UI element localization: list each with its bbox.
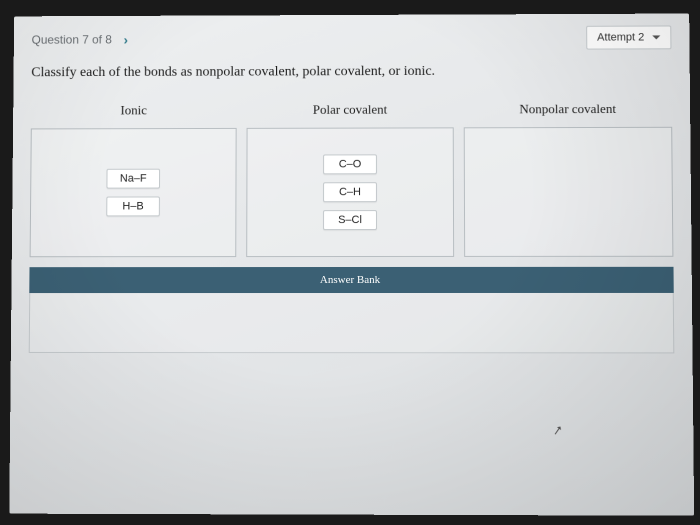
bond-tile[interactable]: C–H <box>323 182 377 202</box>
vignette-overlay <box>9 13 694 515</box>
dropzone-ionic[interactable]: Na–F H–B <box>30 127 237 256</box>
column-title: Nonpolar covalent <box>519 101 616 117</box>
question-nav: Question 7 of 8 › <box>32 32 128 47</box>
quiz-page: Question 7 of 8 › Attempt 2 Classify eac… <box>9 13 694 515</box>
column-title: Polar covalent <box>313 101 387 117</box>
answer-bank-title: Answer Bank <box>29 266 673 292</box>
top-bar: Question 7 of 8 › Attempt 2 <box>32 25 672 51</box>
attempt-dropdown[interactable]: Attempt 2 <box>586 25 671 49</box>
chevron-down-icon <box>652 35 660 39</box>
dropzone-nonpolar[interactable] <box>464 126 674 256</box>
cursor-icon: ⭧ <box>552 422 563 439</box>
question-counter: Question 7 of 8 <box>32 32 112 46</box>
column-polar: Polar covalent C–O C–H S–Cl <box>246 101 454 257</box>
column-ionic: Ionic Na–F H–B <box>30 102 237 257</box>
bond-tile[interactable]: H–B <box>106 196 160 216</box>
dropzone-polar[interactable]: C–O C–H S–Cl <box>246 127 454 257</box>
answer-bank: Answer Bank <box>29 266 675 353</box>
attempt-label: Attempt 2 <box>597 31 644 43</box>
next-question-icon[interactable]: › <box>124 32 128 47</box>
column-nonpolar: Nonpolar covalent <box>464 100 674 256</box>
classification-columns: Ionic Na–F H–B Polar covalent C–O C–H S–… <box>30 100 674 256</box>
question-prompt: Classify each of the bonds as nonpolar c… <box>31 63 671 81</box>
bond-tile[interactable]: C–O <box>323 154 377 174</box>
bond-tile[interactable]: S–Cl <box>323 210 377 230</box>
answer-bank-body[interactable] <box>29 292 675 352</box>
column-title: Ionic <box>120 102 147 118</box>
bond-tile[interactable]: Na–F <box>106 168 160 188</box>
